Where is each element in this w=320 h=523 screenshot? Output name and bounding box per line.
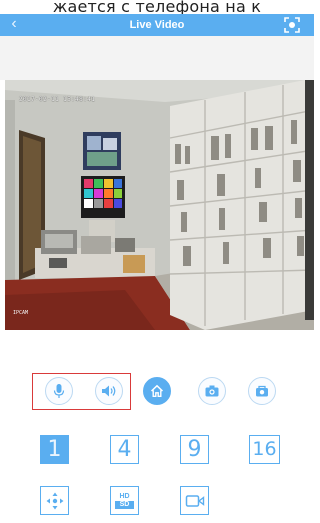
video-playback-button[interactable] [180,486,209,515]
sd-label: SD [115,500,134,509]
snapshot-button[interactable] [198,377,226,405]
caption-text: жается с телефона на к [0,0,314,14]
hd-label: HD [115,492,134,501]
ptz-control-button[interactable] [40,486,69,515]
speaker-icon [102,385,116,397]
quality-toggle-button[interactable]: HD SD [110,486,139,515]
camera-name: IPCAM [13,310,29,316]
microphone-button[interactable] [45,377,73,405]
split-view-4[interactable]: 4 [110,435,139,464]
record-icon [256,385,268,397]
camera-icon [205,385,219,397]
speaker-button[interactable] [95,377,123,405]
hd-sd-icon: HD SD [115,492,134,509]
video-camera-icon [185,494,204,507]
fullscreen-icon[interactable] [284,17,300,33]
ptz-arrows-icon [46,492,63,509]
split-view-9[interactable]: 9 [180,435,209,464]
spacer [0,36,314,80]
home-button[interactable] [143,377,171,405]
microphone-icon [53,384,65,398]
live-video[interactable]: 2017-02-11 15:48:41 IPCAM [5,80,314,330]
split-view-1[interactable]: 1 [40,435,69,464]
split-view-16[interactable]: 16 [249,435,280,464]
page-title: Live Video [129,19,185,31]
home-icon [150,384,164,397]
video-timestamp: 2017-02-11 15:48:41 [19,96,96,103]
top-bar: ‹ Live Video [0,14,314,36]
record-button[interactable] [248,377,276,405]
